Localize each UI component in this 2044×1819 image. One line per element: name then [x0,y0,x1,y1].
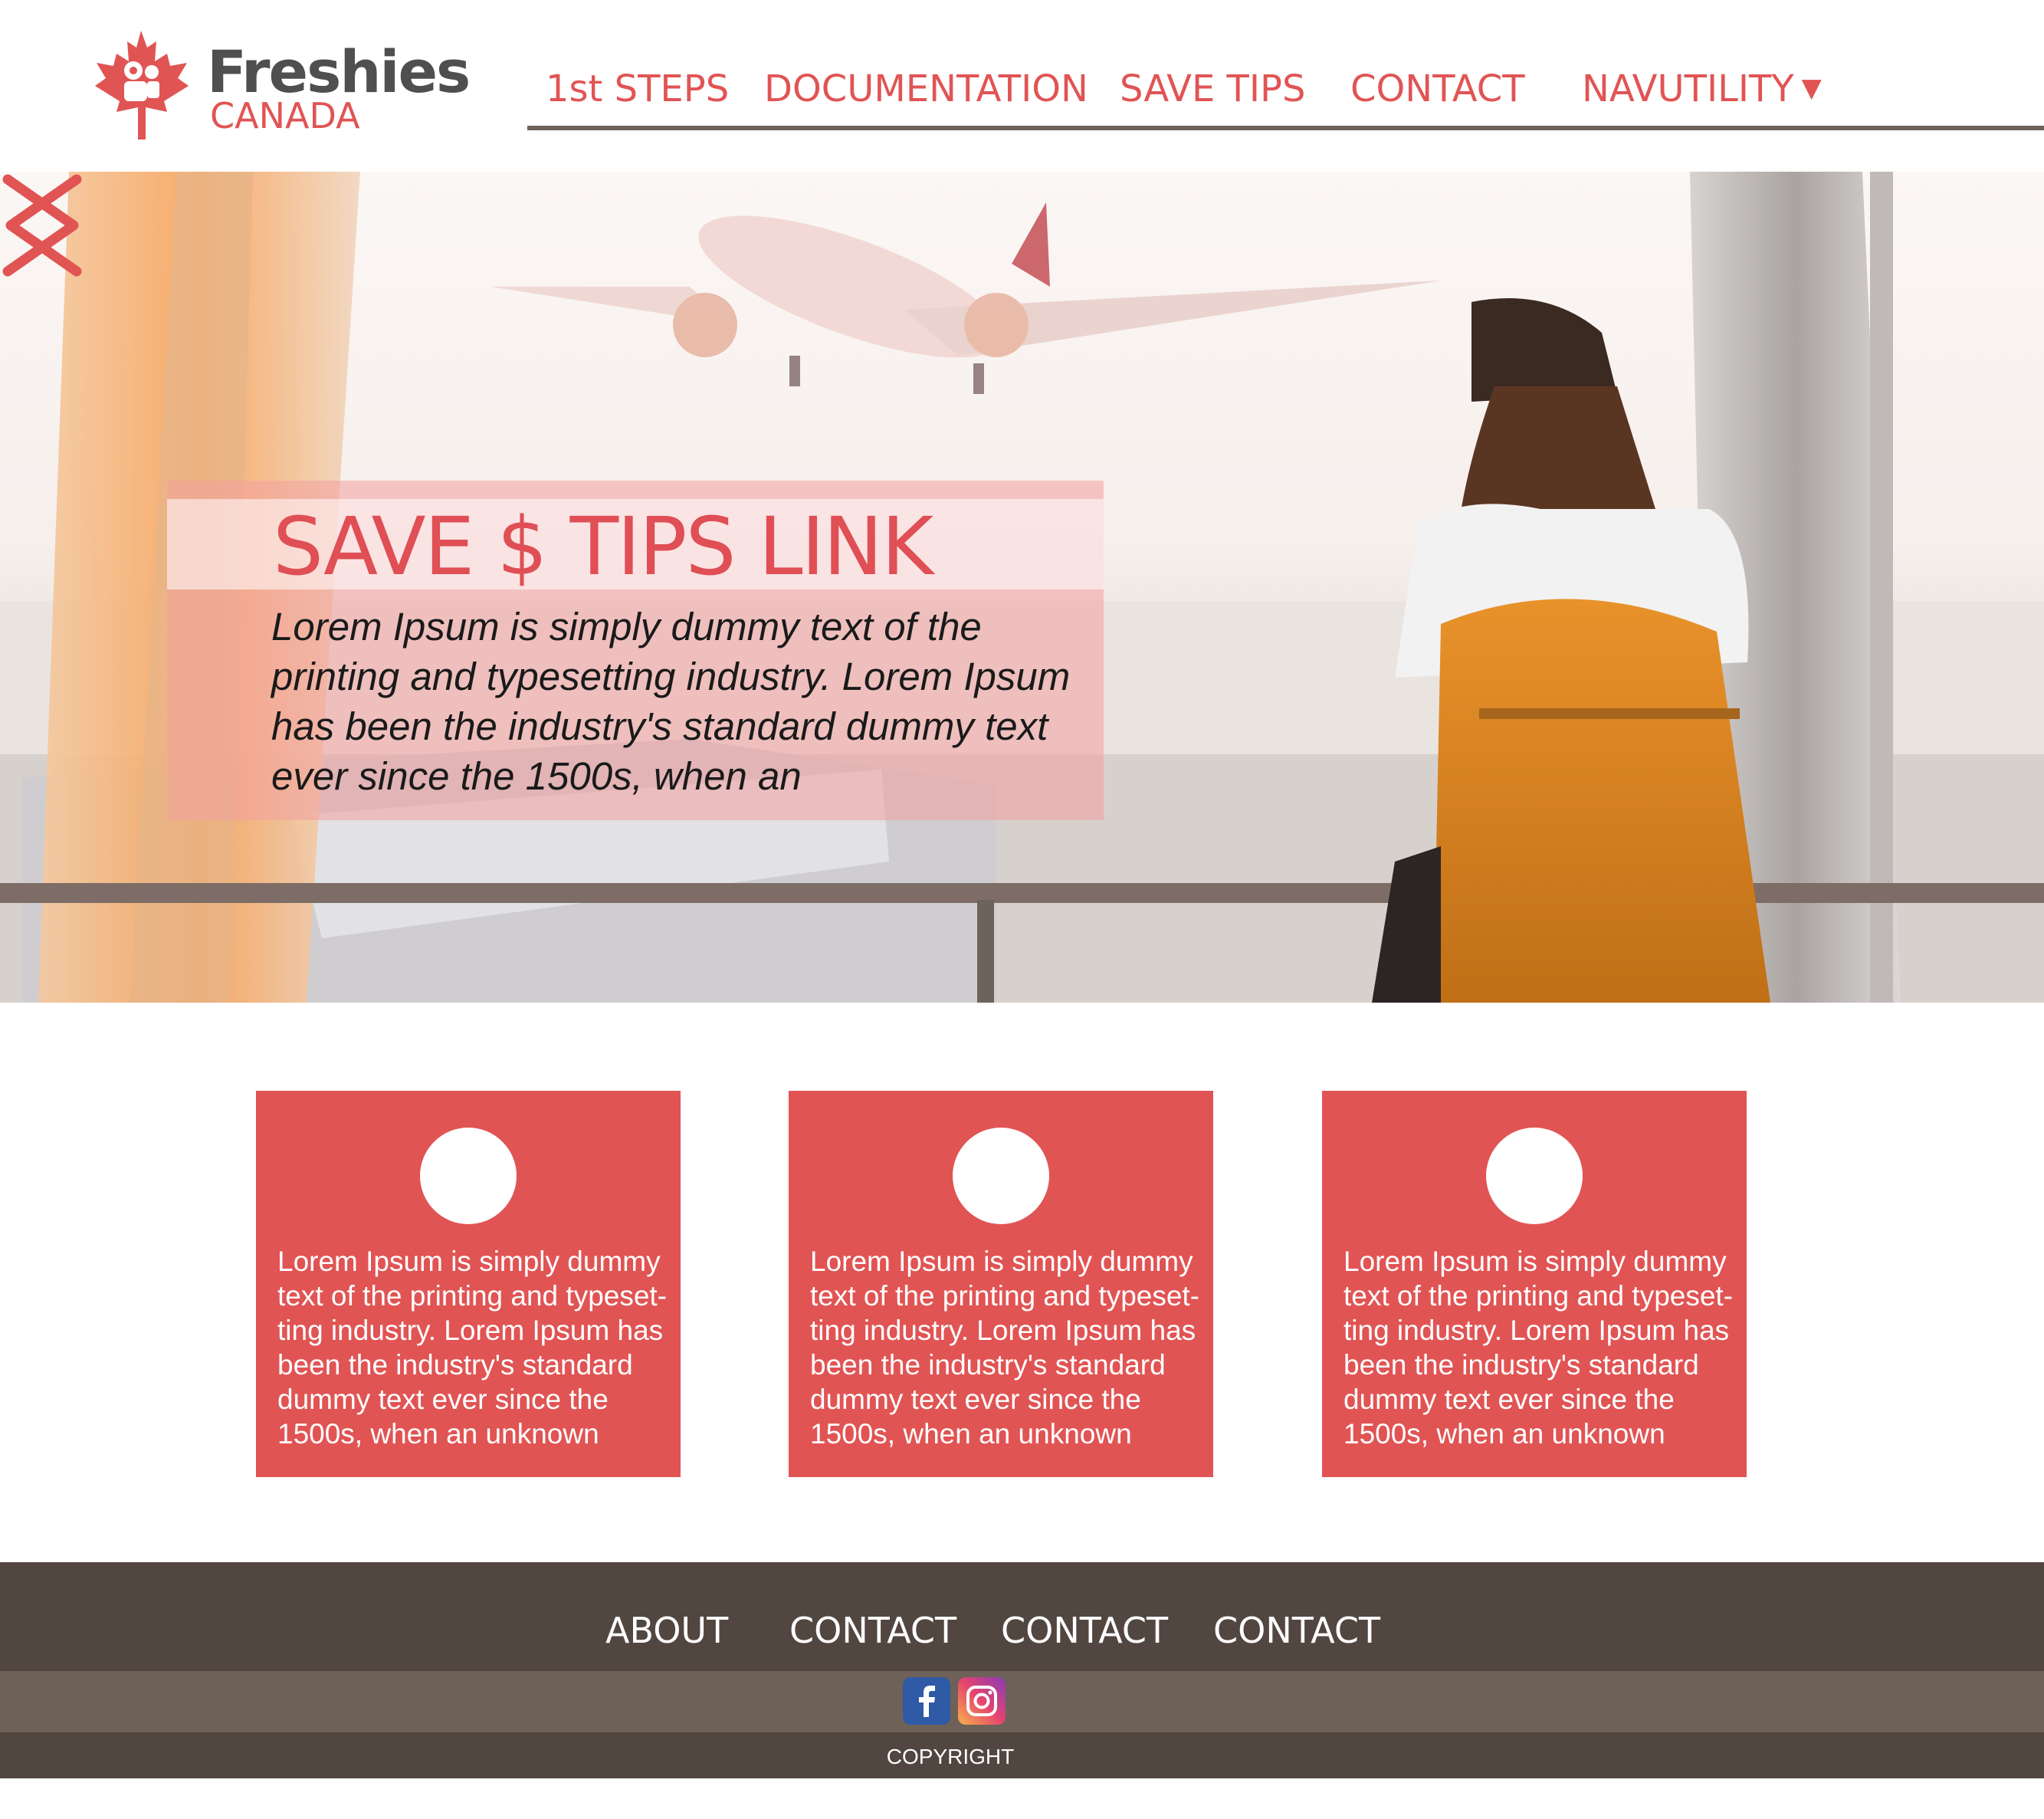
card-image-placeholder [420,1128,517,1224]
feature-card[interactable]: Lorem Ipsum is simply dummy text of the … [256,1091,681,1477]
brand-subtitle: CANADA [210,95,360,136]
copyright-text: COPYRIGHT [886,1745,1015,1768]
nav-item-navutility[interactable]: NAVUTILITY ▼ [1582,71,1822,107]
promo-text: Lorem Ipsum is simply dummy text of the … [271,605,1071,798]
airplane-image [490,202,1441,394]
nav-item-save-tips[interactable]: SAVE TIPS [1120,71,1305,107]
brand-name: Freshies [207,38,471,106]
brand-logo[interactable]: Freshies CANADA [90,28,471,143]
feature-card[interactable]: Lorem Ipsum is simply dummy text of the … [1322,1091,1747,1477]
instagram-glyph [966,1686,997,1716]
card-text: Lorem Ipsum is simply dummy text of the … [277,1246,668,1450]
maple-leaf-logo-icon [95,31,189,140]
promo-banner: SAVE $ TIPS LINK Lorem Ipsum is simply d… [167,481,1104,820]
footer-social-bar [0,1671,2044,1732]
nav-item-documentation[interactable]: DOCUMENTATION [764,71,1088,107]
instagram-icon[interactable] [958,1677,1006,1725]
card-text: Lorem Ipsum is simply dummy text of the … [1344,1246,1734,1450]
nav-item-navutility-label: NAVUTILITY [1582,67,1794,110]
nav-item-1st-steps[interactable]: 1st STEPS [546,71,729,107]
caret-down-icon: ▼ [1801,73,1822,103]
site-header: Freshies CANADA 1st STEPS DOCUMENTATION … [0,0,2044,172]
hero-slider: SAVE $ TIPS LINK Lorem Ipsum is simply d… [0,172,2044,1003]
facebook-glyph [919,1686,935,1717]
chevron-right-icon[interactable] [0,172,84,279]
promo-title-link[interactable]: SAVE $ TIPS LINK [273,507,933,586]
footer-link-about[interactable]: ABOUT [605,1613,728,1648]
nav-item-contact[interactable]: CONTACT [1350,71,1525,107]
feature-card[interactable]: Lorem Ipsum is simply dummy text of the … [789,1091,1213,1477]
footer-link-contact[interactable]: CONTACT [1213,1613,1380,1648]
card-image-placeholder [953,1128,1049,1224]
footer-link-contact[interactable]: CONTACT [1001,1613,1168,1648]
card-text: Lorem Ipsum is simply dummy text of the … [810,1246,1200,1450]
nav-underline [527,126,2044,130]
facebook-icon[interactable] [903,1677,950,1725]
footer-link-contact[interactable]: CONTACT [789,1613,956,1648]
card-image-placeholder [1486,1128,1583,1224]
